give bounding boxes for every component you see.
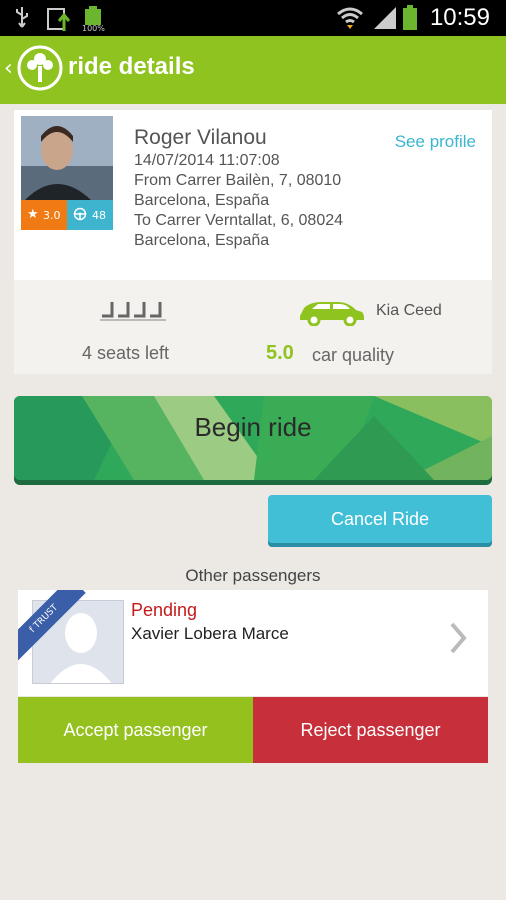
- upload-icon: [47, 8, 71, 31]
- ride-from-address: From Carrer Bailèn, 7, 08010: [134, 172, 342, 189]
- chevron-right-icon[interactable]: [448, 620, 468, 656]
- begin-ride-label: Begin ride: [194, 412, 312, 442]
- car-model: Kia Ceed: [376, 302, 442, 319]
- driver-avatar[interactable]: ★ 3.0 48: [21, 116, 113, 230]
- passenger-name: Xavier Lobera Marce: [131, 624, 289, 643]
- rides-badge: 48: [67, 200, 113, 230]
- trust-ribbon: f TRUST: [18, 590, 90, 662]
- status-bar: 100% 10:59: [0, 0, 506, 36]
- cancel-ride-button[interactable]: Cancel Ride: [268, 495, 492, 543]
- ride-datetime: 14/07/2014 11:07:08: [134, 152, 280, 169]
- driver-card: ★ 3.0 48 Roger Vilanou See profile 14/07…: [14, 110, 492, 374]
- action-bar: ‹ ride details: [0, 36, 506, 104]
- battery-percent-label: 100%: [82, 24, 105, 33]
- rating-badge: ★ 3.0: [21, 200, 67, 230]
- car-icon: [300, 302, 364, 326]
- clock: 10:59: [429, 4, 490, 31]
- trust-badge: f TRUST: [18, 590, 86, 661]
- seats-left: 4 seats left: [82, 343, 170, 363]
- accept-passenger-button[interactable]: Accept passenger: [18, 697, 253, 763]
- chevron-left-icon[interactable]: ‹: [4, 56, 13, 81]
- see-profile-link[interactable]: See profile: [395, 132, 476, 152]
- other-passengers-title: Other passengers: [185, 566, 321, 585]
- signal-icon: [374, 7, 396, 29]
- ride-to-address: To Carrer Verntallat, 6, 08024: [134, 212, 344, 229]
- page-title: ride details: [68, 53, 195, 80]
- car-quality-label: car quality: [312, 345, 395, 365]
- steering-wheel-icon: [73, 207, 87, 225]
- trust-label: TRUST: [32, 602, 61, 631]
- reject-passenger-button[interactable]: Reject passenger: [253, 697, 488, 763]
- passenger-status: Pending: [131, 600, 198, 620]
- car-quality-score: 5.0: [266, 342, 294, 364]
- star-icon: ★: [27, 207, 39, 222]
- tree-logo-icon[interactable]: [16, 44, 64, 92]
- ride-from-city: Barcelona, España: [134, 192, 270, 209]
- driver-name: Roger Vilanou: [134, 126, 267, 149]
- usb-icon: [16, 7, 28, 28]
- passenger-card[interactable]: f TRUST Pending Xavier Lobera Marce: [18, 590, 488, 696]
- seats-icon: [100, 302, 166, 321]
- rating-value: 3.0: [43, 209, 61, 222]
- battery-icon: [403, 5, 417, 30]
- driver-photo: [21, 116, 113, 200]
- begin-ride-button[interactable]: Begin ride: [14, 396, 492, 480]
- rides-count: 48: [92, 209, 106, 222]
- ride-to-city: Barcelona, España: [134, 232, 270, 249]
- wifi-icon: [337, 7, 363, 29]
